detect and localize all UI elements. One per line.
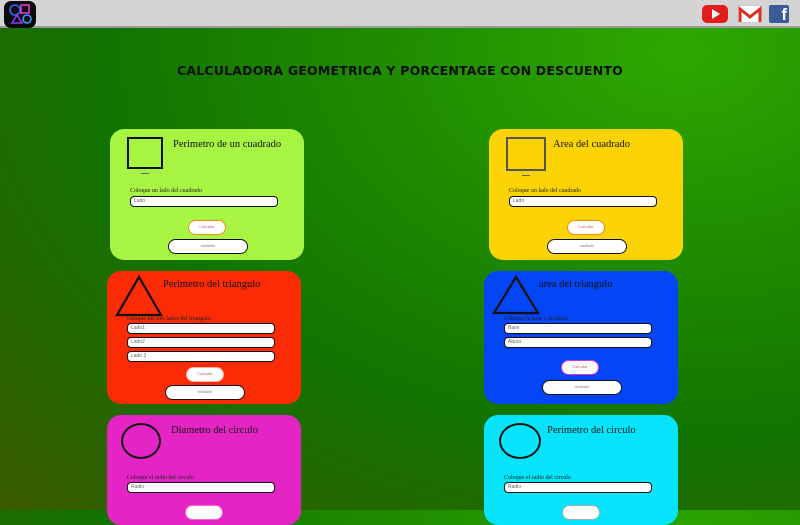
calcular-button[interactable]: Calcular	[186, 367, 224, 382]
field-label: Coloque un lado del cuadrado	[130, 188, 202, 194]
card-perimetro-cuadrado: Perimetro de un cuadrado Coloque un lado…	[110, 129, 304, 260]
resultado-output: resultado	[168, 239, 248, 254]
square-icon	[506, 137, 546, 171]
triangle-icon	[115, 275, 163, 317]
top-bar: f	[0, 0, 800, 28]
field-label: Coloque el radio del circulo	[127, 475, 194, 481]
circle-icon	[499, 423, 541, 459]
card-title: Perimetro del triangulo	[163, 279, 261, 290]
facebook-icon[interactable]: f	[769, 5, 789, 24]
calcular-button[interactable]: Calcular	[567, 220, 605, 235]
shape-caption-mark	[141, 173, 149, 174]
field-label: Coloque el radio del circulo	[504, 475, 571, 481]
square-icon	[127, 137, 163, 169]
calcular-button[interactable]	[185, 505, 223, 520]
lado2-input[interactable]: Lado2	[127, 337, 275, 348]
radio-input[interactable]: Radio	[127, 482, 275, 493]
calcular-button[interactable]: Calcular	[561, 360, 599, 375]
calcular-button[interactable]	[562, 505, 600, 520]
card-title: Diametro del circulo	[171, 425, 258, 436]
field-label: Coloque la base y la altura	[504, 316, 568, 322]
lado3-input[interactable]: Lado 3	[127, 351, 275, 362]
youtube-icon[interactable]	[702, 5, 728, 23]
gmail-icon[interactable]	[737, 5, 762, 23]
card-area-cuadrado: Area del cuadrado Coloque un lado del cu…	[489, 129, 683, 260]
card-title: Perimetro del circulo	[547, 425, 636, 436]
radio-input[interactable]: Radio	[504, 482, 652, 493]
card-title: Area del cuadrado	[553, 139, 630, 150]
card-title: Perimetro de un cuadrado	[173, 139, 282, 150]
facebook-glyph: f	[781, 5, 787, 24]
card-perimetro-circulo: Perimetro del circulo Coloque el radio d…	[484, 415, 678, 525]
resultado-output: resultado	[165, 385, 245, 400]
card-area-triangulo: area del triangulo Coloque la base y la …	[484, 271, 678, 404]
page-title: CALCULADORA GEOMETRICA Y PORCENTAGE CON …	[176, 63, 623, 78]
base-input[interactable]: Base	[504, 323, 652, 334]
lado-input[interactable]: Lado	[509, 196, 657, 207]
card-title: area del triangulo	[539, 279, 613, 290]
altura-input[interactable]: Altura	[504, 337, 652, 348]
field-label: coloque los tres lados del triangulo	[127, 316, 211, 322]
triangle-icon	[492, 275, 540, 315]
field-label: Coloque un lado del cuadrado	[509, 188, 581, 194]
app-logo-icon[interactable]	[4, 1, 36, 28]
resultado-output: resultado	[547, 239, 627, 254]
card-diametro-circulo: Diametro del circulo Coloque el radio de…	[107, 415, 301, 525]
lado-input[interactable]: Lado	[130, 196, 278, 207]
shape-caption-mark	[522, 175, 530, 176]
lado1-input[interactable]: Lado1	[127, 323, 275, 334]
card-perimetro-triangulo: Perimetro del triangulo coloque los tres…	[107, 271, 301, 404]
calcular-button[interactable]: Calcular	[188, 220, 226, 235]
resultado-output: resultado	[542, 380, 622, 395]
circle-icon	[121, 423, 161, 459]
